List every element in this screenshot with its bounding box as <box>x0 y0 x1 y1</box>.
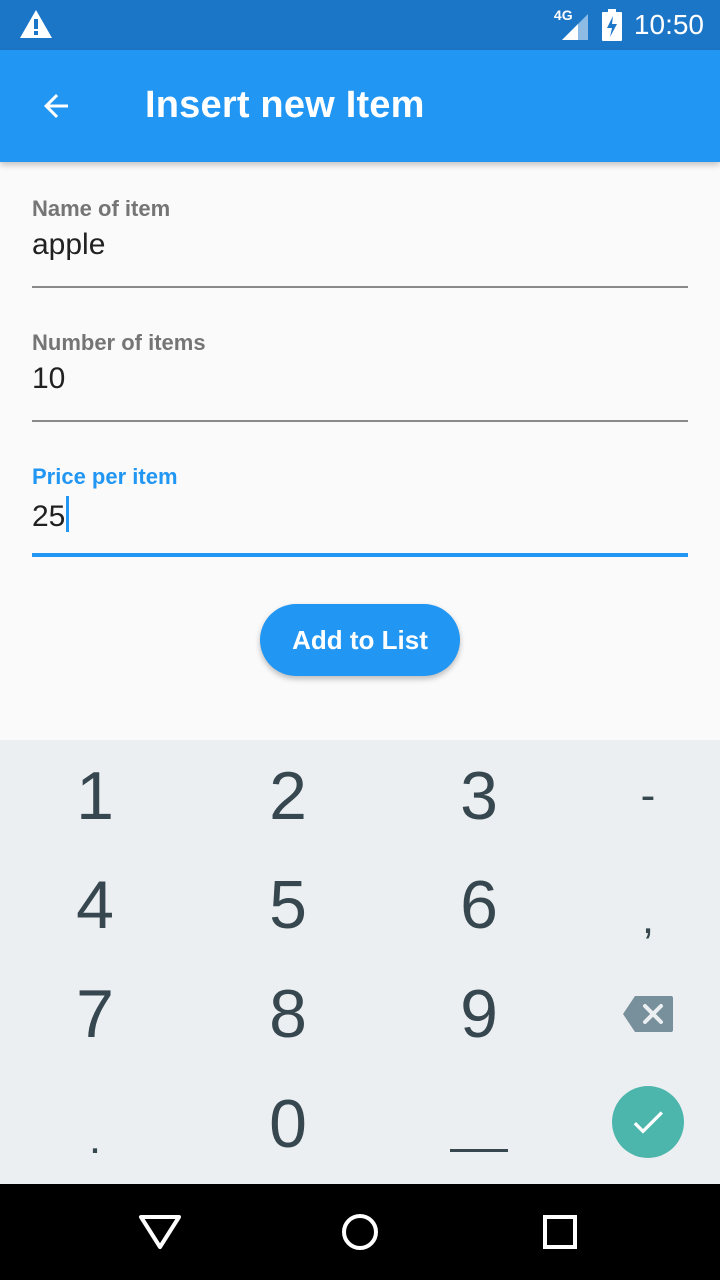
key-2[interactable]: 2 <box>198 740 378 851</box>
field-value-text: 25 <box>32 500 66 533</box>
price-per-item-input[interactable]: 25 <box>32 496 688 534</box>
name-of-item-input[interactable]: apple <box>32 228 688 266</box>
text-cursor <box>66 496 70 532</box>
status-icons: 4G 10:50 <box>554 0 704 50</box>
battery-charging-icon <box>601 9 622 41</box>
status-time: 10:50 <box>633 9 704 40</box>
key-8[interactable]: 8 <box>198 958 378 1069</box>
nav-home-button[interactable] <box>330 1202 390 1262</box>
key-6[interactable]: 6 <box>389 849 569 960</box>
warning-icon <box>20 10 52 38</box>
recents-square-icon <box>543 1215 577 1249</box>
navigation-bar <box>0 1184 720 1280</box>
number-of-items-input[interactable]: 10 <box>32 362 688 400</box>
number-of-items-field[interactable]: Number of items 10 <box>32 330 688 424</box>
done-key[interactable] <box>612 1086 684 1158</box>
nav-back-button[interactable] <box>130 1202 190 1262</box>
check-icon <box>633 1111 663 1134</box>
field-label: Number of items <box>32 330 206 355</box>
status-bar: 4G 10:50 <box>0 0 720 50</box>
arrow-back-icon <box>44 94 68 118</box>
home-circle-icon <box>342 1214 378 1250</box>
field-underline <box>32 553 688 557</box>
back-triangle-icon <box>139 1215 181 1249</box>
app-bar: Insert new Item <box>0 50 720 162</box>
space-bar-icon <box>450 1148 508 1152</box>
field-underline <box>32 420 688 422</box>
key-4[interactable]: 4 <box>5 849 185 960</box>
key-0[interactable]: 0 <box>198 1068 378 1179</box>
key-5[interactable]: 5 <box>198 849 378 960</box>
add-to-list-button[interactable]: Add to List <box>260 604 460 676</box>
field-label: Name of item <box>32 196 171 221</box>
price-per-item-field[interactable]: Price per item 25 <box>32 464 688 558</box>
key-3[interactable]: 3 <box>389 740 569 851</box>
field-underline <box>32 286 688 288</box>
key-7[interactable]: 7 <box>5 958 185 1069</box>
name-of-item-field[interactable]: Name of item apple <box>32 196 688 290</box>
nav-recents-button[interactable] <box>530 1202 590 1262</box>
key-9[interactable]: 9 <box>389 958 569 1069</box>
numeric-keyboard: 1 2 3 - 4 5 6 , 7 8 9 . 0 <box>0 740 720 1184</box>
key-minus[interactable]: - <box>558 740 720 851</box>
backspace-key[interactable] <box>558 958 720 1069</box>
field-label: Price per item <box>32 464 178 489</box>
key-1[interactable]: 1 <box>5 740 185 851</box>
back-button[interactable] <box>28 78 84 134</box>
backspace-icon <box>623 995 673 1032</box>
space-key[interactable] <box>389 1068 569 1179</box>
page-title: Insert new Item <box>145 84 425 126</box>
cell-signal-icon: 4G <box>554 7 590 42</box>
key-period[interactable]: . <box>5 1083 185 1194</box>
